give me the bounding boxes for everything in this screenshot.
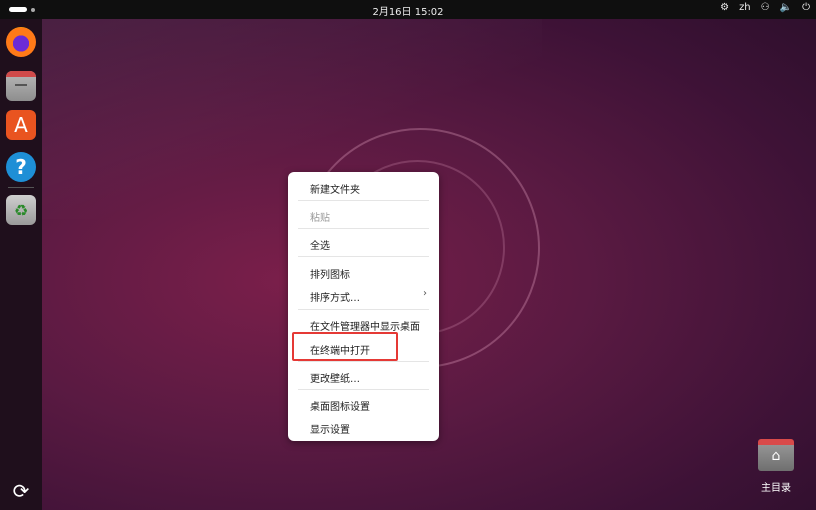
menu-item-arrange-icons[interactable]: 排列图标 [310,266,350,281]
accessibility-icon[interactable]: ⚙ [720,2,729,13]
menu-item-new-folder[interactable]: 新建文件夹 [310,181,360,196]
system-tray[interactable]: ⚙ zh ⚇ 🔈 ⏻ [720,2,810,13]
annotation-highlight-box [292,332,398,361]
menu-item-select-all[interactable]: 全选 [310,237,330,252]
top-bar: 2月16日 15:02 ⚙ zh ⚇ 🔈 ⏻ [0,0,816,19]
app-center-icon[interactable]: A [6,110,36,140]
menu-item-desktop-icon-settings[interactable]: 桌面图标设置 [310,398,370,413]
volume-icon[interactable]: 🔈 [780,2,792,13]
files-icon[interactable] [6,71,36,101]
power-icon[interactable]: ⏻ [802,2,810,13]
house-icon: ⌂ [771,448,781,464]
home-folder-icon[interactable]: ⌂ [758,439,794,471]
home-folder-label[interactable]: 主目录 [752,479,800,494]
input-language[interactable]: zh [739,2,751,13]
help-icon[interactable]: ? [6,152,36,182]
submenu-arrow-icon: › [423,288,427,299]
dock-separator [8,187,34,188]
desktop-context-menu: 新建文件夹 粘贴 全选 排列图标 排序方式… › 在文件管理器中显示桌面 在终端… [288,172,439,441]
firefox-icon[interactable] [6,27,36,57]
home-folder-tab [758,439,794,445]
menu-item-sort-by[interactable]: 排序方式… [310,289,360,304]
menu-separator [298,200,429,201]
menu-item-change-wallpaper[interactable]: 更改壁纸… [310,370,360,385]
trash-icon[interactable]: ♻ [6,195,36,225]
menu-separator [298,309,429,310]
menu-item-paste: 粘贴 [310,213,330,224]
menu-separator [298,361,429,362]
menu-separator [298,389,429,390]
show-apps-icon[interactable]: ⟳ [9,479,33,503]
menu-item-show-in-files[interactable]: 在文件管理器中显示桌面 [310,318,420,333]
clock[interactable]: 2月16日 15:02 [0,3,816,18]
network-icon[interactable]: ⚇ [761,2,770,13]
menu-separator [298,228,429,229]
menu-item-display-settings[interactable]: 显示设置 [310,421,350,436]
dock: A ? ♻ ⟳ [0,19,42,510]
menu-separator [298,256,429,257]
